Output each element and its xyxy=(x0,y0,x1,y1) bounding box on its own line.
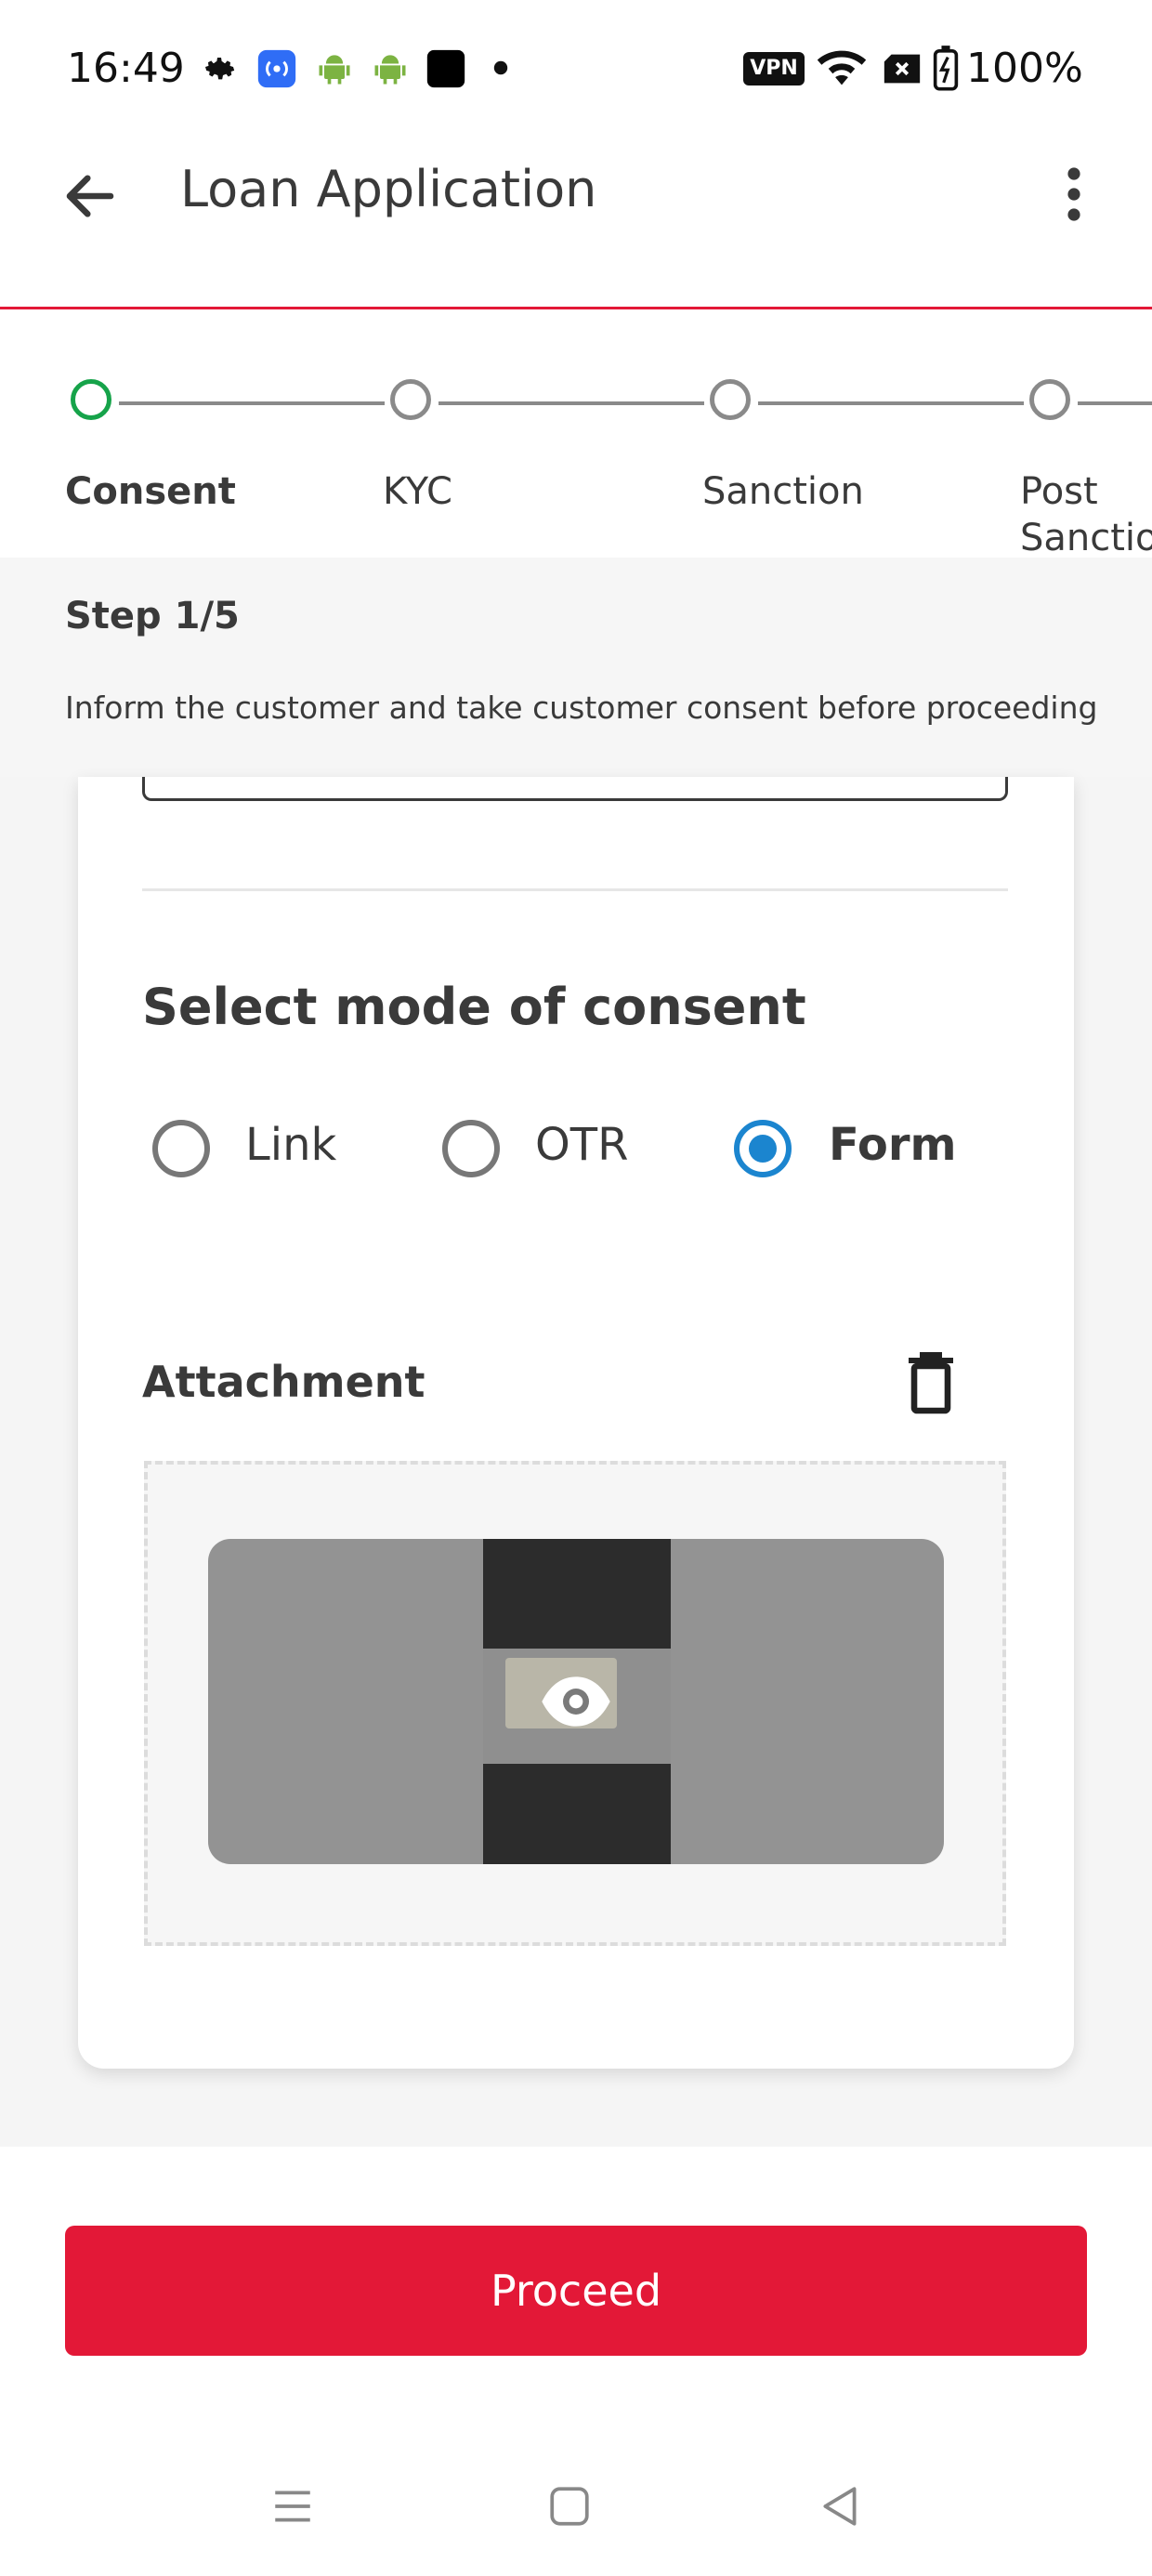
page-title: Loan Application xyxy=(180,160,597,218)
step-connector xyxy=(119,401,385,405)
eye-icon[interactable] xyxy=(539,1669,613,1734)
home-square-icon[interactable] xyxy=(546,2483,593,2530)
step-label-post-sanction: Post Sanction xyxy=(1020,470,1152,559)
proceed-button[interactable]: Proceed xyxy=(65,2226,1087,2356)
android-icon xyxy=(319,55,350,85)
radio-link[interactable] xyxy=(152,1120,210,1177)
step-label-kyc: KYC xyxy=(383,470,452,513)
arrow-left-icon[interactable] xyxy=(58,165,123,227)
radio-form[interactable] xyxy=(734,1120,792,1177)
more-vertical-icon[interactable] xyxy=(1054,164,1094,225)
attachment-label: Attachment xyxy=(142,1357,425,1407)
wifi-icon xyxy=(817,50,867,85)
consent-heading: Select mode of consent xyxy=(142,978,806,1036)
app-icon xyxy=(426,49,465,88)
battery-level: 100% xyxy=(966,45,1083,92)
step-label-consent: Consent xyxy=(65,470,236,513)
step-info-panel xyxy=(0,558,1152,777)
step-indicator-kyc[interactable] xyxy=(390,379,431,420)
app-bar xyxy=(0,130,1152,309)
stepper xyxy=(0,309,1152,560)
menu-icon[interactable] xyxy=(269,2483,316,2530)
dot-icon xyxy=(493,60,508,75)
step-indicator-consent[interactable] xyxy=(71,379,111,420)
android-icon xyxy=(374,55,406,85)
input-field-partial[interactable] xyxy=(142,777,1008,801)
back-triangle-icon[interactable] xyxy=(818,2483,864,2530)
battery-icon xyxy=(933,46,959,91)
step-label-sanction: Sanction xyxy=(702,470,864,513)
step-count: Step 1/5 xyxy=(65,595,240,637)
trash-icon[interactable] xyxy=(903,1349,959,1416)
attachment-preview[interactable] xyxy=(208,1539,944,1864)
radio-otr[interactable] xyxy=(442,1120,500,1177)
step-connector xyxy=(439,401,704,405)
radio-label-otr[interactable]: OTR xyxy=(535,1119,628,1171)
step-connector xyxy=(758,401,1024,405)
gear-icon xyxy=(205,58,235,80)
status-time: 16:49 xyxy=(67,45,185,92)
hotspot-icon xyxy=(257,49,296,88)
step-indicator-sanction[interactable] xyxy=(710,379,751,420)
radio-label-form[interactable]: Form xyxy=(829,1119,957,1171)
radio-label-link[interactable]: Link xyxy=(245,1119,336,1171)
divider xyxy=(142,888,1008,891)
vpn-icon: VPN xyxy=(743,52,805,85)
step-description: Inform the customer and take customer co… xyxy=(65,690,1098,726)
step-connector xyxy=(1078,401,1152,405)
sim-off-icon xyxy=(884,54,921,84)
step-indicator-post-sanction[interactable] xyxy=(1029,379,1070,420)
